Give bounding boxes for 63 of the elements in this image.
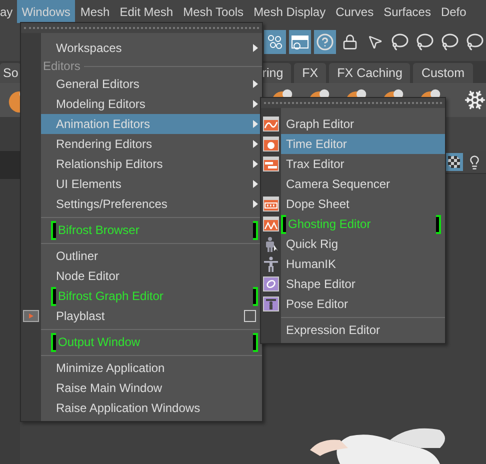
menu-item[interactable]: Raise Main Window <box>41 378 262 398</box>
menu-item[interactable]: UI Elements <box>41 174 262 194</box>
blend-shape-icon <box>263 276 279 292</box>
menu-item[interactable]: Shape Editor <box>281 274 445 294</box>
shelf-tab[interactable]: So <box>0 63 22 83</box>
bracket-icon <box>253 286 258 306</box>
menu-item[interactable]: Ghosting Editor <box>281 214 445 234</box>
bracket-icon <box>253 332 258 352</box>
bracket-icon <box>51 286 56 306</box>
menu-item[interactable]: Quick Rig <box>281 234 445 254</box>
menu-item[interactable]: Relationship Editors <box>41 154 262 174</box>
menu-item[interactable]: Playblast <box>41 306 262 326</box>
menu-item[interactable]: Modeling Editors <box>41 94 262 114</box>
bracket-icon <box>51 220 56 240</box>
menu-item[interactable]: Trax Editor <box>281 154 445 174</box>
menu-item[interactable]: Dope Sheet <box>281 194 445 214</box>
menu-bar-item[interactable]: Mesh Display <box>248 0 331 23</box>
particles-icon[interactable] <box>264 30 286 54</box>
menu-item[interactable]: Output Window <box>41 332 262 352</box>
bracket-icon <box>436 214 441 234</box>
shelf-tab[interactable]: FX <box>294 63 326 83</box>
menu-item[interactable]: Rendering Editors <box>41 134 262 154</box>
menu-item[interactable]: Camera Sequencer <box>281 174 445 194</box>
film-icon <box>23 310 39 322</box>
menu-item[interactable]: Raise Application Windows <box>41 398 262 418</box>
bracket-icon <box>253 220 258 240</box>
figure-icon <box>263 256 279 272</box>
menu-item[interactable]: Minimize Application <box>41 358 262 378</box>
menu-bar-item[interactable]: Mesh <box>75 0 115 23</box>
pose-figure-icon <box>263 296 279 312</box>
track-clips-icon <box>263 156 279 172</box>
menu-bar-item[interactable]: ay <box>0 0 17 23</box>
onion-skin-icon <box>263 216 279 232</box>
section-header: Editors <box>43 59 80 73</box>
menu-item[interactable]: Graph Editor <box>281 114 445 134</box>
checker-icon[interactable] <box>445 153 463 171</box>
menu-bar-item[interactable]: Curves <box>330 0 379 23</box>
menu-bar-item[interactable]: Surfaces <box>378 0 436 23</box>
key-grid-icon <box>263 196 279 212</box>
menu-item[interactable]: Expression Editor <box>281 320 445 340</box>
bracket-icon <box>281 214 286 234</box>
menu-bar-item[interactable]: Defo <box>436 0 472 23</box>
menu-item[interactable]: HumanIK <box>281 254 445 274</box>
light-icon[interactable] <box>467 154 482 170</box>
graph-curve-icon <box>263 116 279 132</box>
menu-item[interactable]: Node Editor <box>41 266 262 286</box>
menu-item[interactable]: Animation Editors <box>41 114 262 134</box>
shelf-tab[interactable]: FX Caching <box>329 63 410 83</box>
shelf-tab[interactable]: Custom <box>413 63 473 83</box>
menu-item[interactable]: Time Editor <box>281 134 445 154</box>
menu-item[interactable]: Outliner <box>41 246 262 266</box>
snowflake-icon[interactable] <box>464 89 486 111</box>
option-box[interactable] <box>244 310 256 322</box>
clapboard-icon[interactable] <box>289 30 311 54</box>
menu-item[interactable]: Settings/Preferences <box>41 194 262 214</box>
menu-bar-item[interactable]: Edit Mesh <box>114 0 178 23</box>
menu-bar-item[interactable]: Mesh Tools <box>178 0 249 23</box>
menu-item[interactable]: Workspaces <box>41 38 262 58</box>
menu-item[interactable]: Bifrost Browser <box>41 220 262 240</box>
menu-item[interactable]: Bifrost Graph Editor <box>41 286 262 306</box>
bracket-icon <box>51 332 56 352</box>
menu-item[interactable]: Pose Editor <box>281 294 445 314</box>
figure-icon <box>263 236 279 252</box>
